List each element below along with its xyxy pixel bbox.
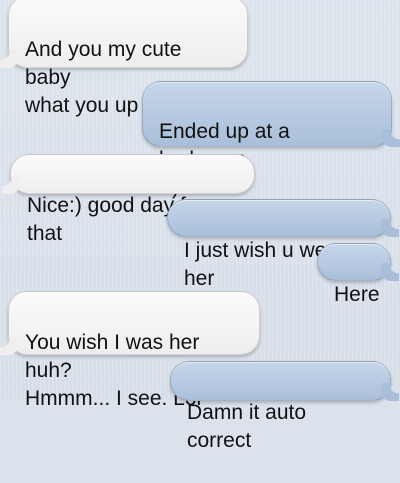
outgoing-message-bubble[interactable]: Ended up at a barbecue :-) .	[142, 81, 400, 199]
message-text: Here	[334, 283, 380, 306]
incoming-message-bubble[interactable]: You wish I was her huh? Hmmm... I see. L…	[8, 291, 260, 410]
outgoing-message-bubble[interactable]: Damn it auto correct	[170, 361, 399, 452]
incoming-message-bubble[interactable]: Nice:) good day for that	[10, 154, 255, 245]
message-text: Damn it auto correct	[187, 401, 307, 452]
incoming-message-bubble[interactable]: And you my cute baby what you up too?	[8, 0, 248, 117]
outgoing-message-bubble[interactable]: Here	[317, 243, 399, 306]
message-thread: And you my cute baby what you up too? En…	[0, 0, 400, 452]
outgoing-message-bubble[interactable]: I just wish u were her	[167, 199, 399, 290]
